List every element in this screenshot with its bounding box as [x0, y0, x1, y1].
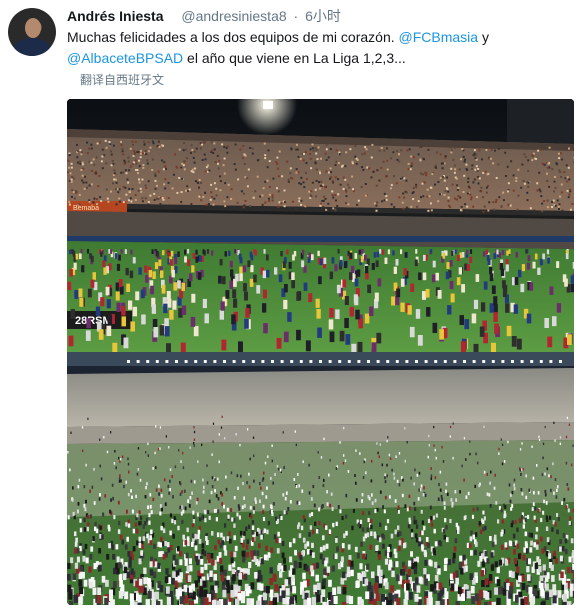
avatar-shirt	[14, 38, 50, 56]
translate-tweet-link[interactable]: 翻译自西班牙文	[80, 72, 164, 88]
tweet: Andrés Iniesta @andresiniesta8 · 6小时 Muc…	[0, 0, 583, 612]
tweet-header: Andrés Iniesta @andresiniesta8 · 6小时	[67, 7, 341, 25]
stadium-night-celebration-image: 28RSM Bemaba	[67, 99, 574, 352]
tweet-text-part1: Muchas felicidades a los dos equipos de …	[67, 29, 399, 45]
stand-board-text: Bemaba	[73, 205, 99, 212]
tweet-text: Muchas felicidades a los dos equipos de …	[67, 27, 567, 69]
header-separator: ·	[293, 8, 299, 24]
tweet-timestamp[interactable]: 6小时	[305, 8, 341, 24]
mention-albacete-link[interactable]: @AlbaceteBPSAD	[67, 50, 183, 66]
stadium-pitch-invasion-image	[67, 352, 574, 605]
mention-fcbmasia-link[interactable]: @FCBmasia	[399, 29, 479, 45]
tweet-text-part2: y	[478, 29, 489, 45]
stadium-photo-bottom	[67, 352, 574, 605]
author-name[interactable]: Andrés Iniesta	[67, 8, 163, 24]
tweet-photo[interactable]: 28RSM Bemaba	[67, 99, 574, 605]
tweet-text-part3: el año que viene en La Liga 1,2,3...	[183, 50, 406, 66]
avatar-face	[25, 18, 41, 38]
pitch-banner-text: 28RSM	[75, 315, 112, 327]
stadium-photo-top: 28RSM Bemaba	[67, 99, 574, 352]
author-handle[interactable]: @andresiniesta8	[181, 8, 286, 24]
author-avatar[interactable]	[8, 8, 56, 56]
